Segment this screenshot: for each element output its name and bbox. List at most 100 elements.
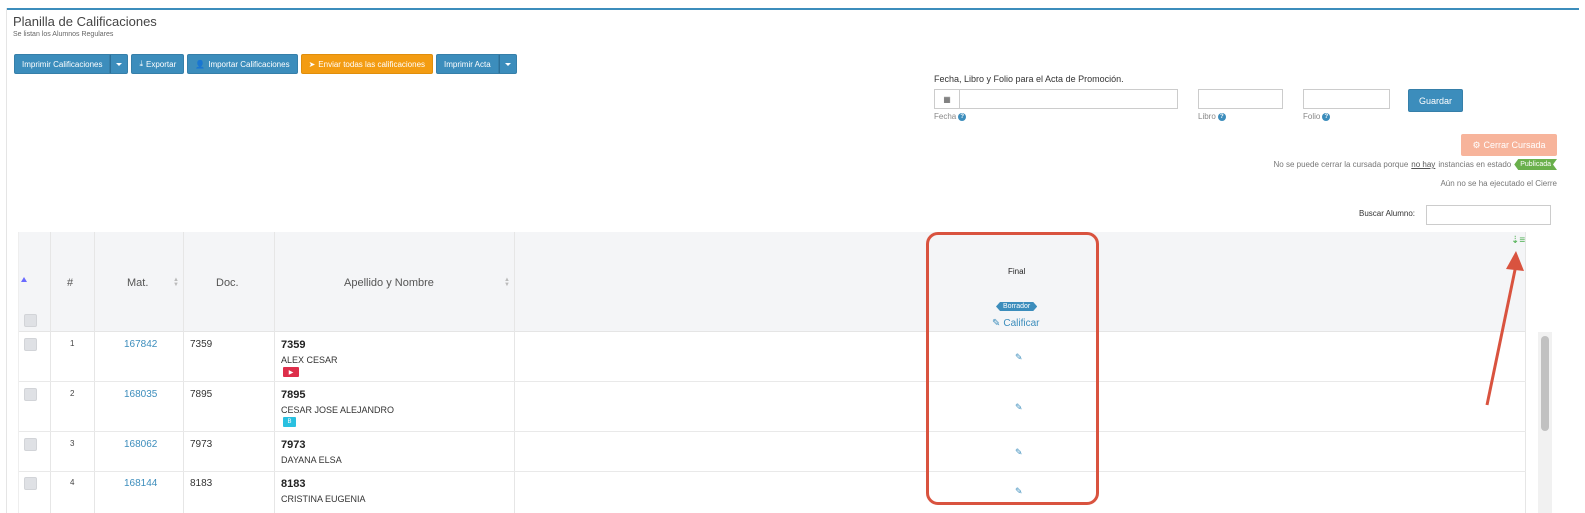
- print-grades-button[interactable]: Imprimir Calificaciones: [14, 54, 111, 74]
- print-grades-dropdown-toggle[interactable]: [110, 54, 129, 74]
- send-all-grades-button[interactable]: ➤ Enviar todas las calificaciones: [300, 54, 434, 74]
- folio-input[interactable]: [1303, 89, 1390, 109]
- edit-icon: ✎: [992, 318, 1001, 329]
- header-mat[interactable]: Mat.: [127, 277, 148, 289]
- close-cursada-label: Cerrar Cursada: [1483, 140, 1546, 150]
- row-checkbox[interactable]: [24, 438, 37, 451]
- student-id: 8183: [281, 478, 306, 490]
- download-icon: ⤓: [139, 59, 144, 68]
- doc-value: 8183: [190, 478, 213, 489]
- row-checkbox[interactable]: [24, 388, 37, 401]
- table-row: [19, 332, 1526, 382]
- scrollbar-thumb[interactable]: [1541, 336, 1549, 431]
- libro-input[interactable]: [1198, 89, 1283, 109]
- print-act-label: Imprimir Acta: [444, 59, 491, 69]
- search-label: Buscar Alumno:: [1359, 209, 1416, 218]
- search-input[interactable]: [1426, 205, 1551, 225]
- row-checkbox[interactable]: [24, 477, 37, 490]
- cierre-notice: Aún no se ha ejecutado el Cierre: [1440, 179, 1557, 188]
- notice-emphasis: no hay: [1411, 160, 1436, 169]
- folio-help: Folio?: [1303, 112, 1331, 121]
- row-number: 4: [70, 478, 75, 487]
- import-grades-button[interactable]: 👤 Importar Calificaciones: [187, 54, 298, 74]
- grades-table: [18, 232, 1526, 513]
- video-icon: ▶: [283, 367, 299, 377]
- question-icon[interactable]: ?: [1322, 112, 1331, 121]
- send-all-label: Enviar todas las calificaciones: [318, 59, 426, 69]
- fecha-label: Fecha: [934, 112, 957, 121]
- status-badge-published: Publicada: [1514, 159, 1557, 170]
- fecha-input[interactable]: [960, 90, 1177, 108]
- calificar-link[interactable]: ✎ Calificar: [992, 318, 1040, 329]
- student-name: ALEX CESAR: [281, 355, 338, 365]
- annotation-arrow: [1485, 251, 1524, 406]
- edit-icon[interactable]: ✎: [1015, 447, 1023, 458]
- sort-asc-icon[interactable]: [21, 277, 27, 282]
- row-checkbox[interactable]: [24, 338, 37, 351]
- edit-icon[interactable]: ✎: [1015, 352, 1023, 363]
- row-number: 3: [70, 439, 75, 448]
- save-button[interactable]: Guardar: [1408, 89, 1463, 112]
- calendar-icon[interactable]: ▦: [935, 90, 960, 108]
- print-grades-label: Imprimir Calificaciones: [22, 59, 103, 69]
- doc-value: 7895: [190, 389, 213, 400]
- page-subtitle: Se listan los Alumnos Regulares: [13, 31, 114, 38]
- table-header: [19, 232, 1526, 332]
- row-number: 2: [70, 389, 75, 398]
- doc-value: 7359: [190, 339, 213, 350]
- question-icon[interactable]: ?: [1217, 112, 1226, 121]
- caret-down-icon: [116, 62, 123, 66]
- student-id: 7359: [281, 339, 306, 351]
- sort-icon[interactable]: ▲ ▼: [173, 277, 179, 288]
- fecha-input-group: ▦: [934, 89, 1178, 109]
- edit-icon[interactable]: ✎: [1015, 402, 1023, 413]
- print-act-group: Imprimir Acta: [436, 54, 517, 74]
- close-notice: No se puede cerrar la cursada porque no …: [1274, 159, 1557, 170]
- panel-left-edge: [6, 8, 7, 513]
- close-cursada-button[interactable]: ⚙ Cerrar Cursada: [1461, 134, 1557, 156]
- final-status-badge: Borrador: [996, 302, 1037, 311]
- paper-plane-icon: ➤: [308, 59, 316, 69]
- page-title: Planilla de Calificaciones: [13, 14, 157, 29]
- student-name: DAYANA ELSA: [281, 455, 342, 465]
- header-doc: Doc.: [216, 277, 239, 289]
- print-grades-group: Imprimir Calificaciones: [14, 54, 129, 74]
- caret-down-icon: [504, 62, 511, 66]
- folio-label: Folio: [1303, 112, 1321, 121]
- final-column-title: Final: [1008, 267, 1026, 276]
- sort-icon[interactable]: ▲ ▼: [504, 277, 510, 288]
- acta-title: Fecha, Libro y Folio para el Acta de Pro…: [934, 74, 1124, 84]
- edit-icon[interactable]: ✎: [1015, 486, 1023, 497]
- import-grades-label: Importar Calificaciones: [208, 59, 290, 69]
- notice-prefix: No se puede cerrar la cursada porque: [1273, 160, 1409, 169]
- panel-top-border: [6, 8, 1579, 10]
- student-id: 7895: [281, 389, 306, 401]
- doc-value: 7973: [190, 439, 213, 450]
- table-scrollbar[interactable]: [1538, 332, 1552, 513]
- mat-link[interactable]: 167842: [124, 339, 157, 350]
- user-upload-icon: 👤: [195, 59, 206, 69]
- toolbar: Imprimir Calificaciones ⤓ Exportar 👤 Impor…: [14, 54, 517, 74]
- student-name: CRISTINA EUGENIA: [281, 494, 366, 504]
- mat-link[interactable]: 168144: [124, 478, 157, 489]
- fecha-help: Fecha?: [934, 112, 967, 121]
- table-row: [19, 382, 1526, 432]
- mat-link[interactable]: 168035: [124, 389, 157, 400]
- mat-link[interactable]: 168062: [124, 439, 157, 450]
- question-icon[interactable]: ?: [958, 112, 967, 121]
- calificar-label: Calificar: [1003, 318, 1040, 329]
- header-num: #: [67, 277, 74, 289]
- libro-help: Libro?: [1198, 112, 1226, 121]
- print-act-button[interactable]: Imprimir Acta: [436, 54, 499, 74]
- libro-label: Libro: [1198, 112, 1216, 121]
- print-act-dropdown-toggle[interactable]: [498, 54, 517, 74]
- export-label: Exportar: [146, 59, 177, 69]
- student-id: 7973: [281, 439, 306, 451]
- notice-suffix: instancias en estado: [1438, 160, 1512, 169]
- gear-icon: ⚙: [1472, 139, 1481, 150]
- export-button[interactable]: ⤓ Exportar: [131, 54, 185, 74]
- header-name[interactable]: Apellido y Nombre: [344, 277, 434, 289]
- row-number: 1: [70, 339, 75, 348]
- table-row: [19, 432, 1526, 472]
- select-all-checkbox[interactable]: [24, 314, 37, 327]
